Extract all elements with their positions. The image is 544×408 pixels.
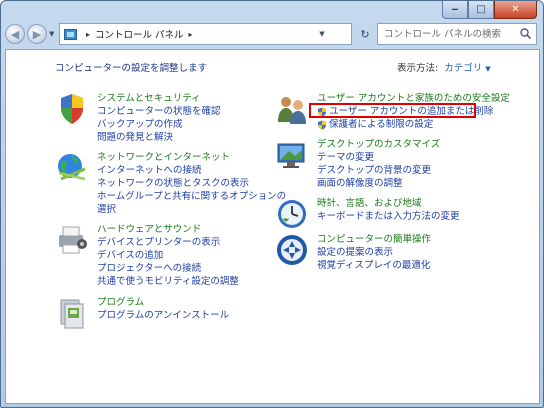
link-optimize-visual-display[interactable]: 視覚ディスプレイの最適化 xyxy=(317,259,431,272)
breadcrumb-chevron-icon[interactable]: ▸ xyxy=(86,30,90,39)
search-input[interactable] xyxy=(384,26,516,42)
control-panel-icon xyxy=(64,28,77,40)
link-adjust-screen-resolution[interactable]: 画面の解像度の調整 xyxy=(317,177,440,190)
link-parental-controls-label: 保護者による制限の設定 xyxy=(329,119,434,130)
link-change-theme[interactable]: テーマの変更 xyxy=(317,151,440,164)
main-content: コンピューターの設定を調整します 表示方法: カテゴリ ▼ システムとセキュリティ … xyxy=(5,49,540,404)
minimize-button[interactable]: ‒ xyxy=(442,1,468,19)
forward-button[interactable]: ▶ xyxy=(27,24,47,44)
hardware-sound-icon xyxy=(59,226,87,254)
link-change-keyboard-input[interactable]: キーボードまたは入力方法の変更 xyxy=(317,210,460,223)
appearance-icon xyxy=(277,143,305,168)
user-accounts-icon xyxy=(278,97,306,124)
category-title-programs[interactable]: プログラム xyxy=(97,296,229,309)
back-button[interactable]: ◀ xyxy=(5,24,25,44)
link-find-fix-problems[interactable]: 問題の発見と解決 xyxy=(97,131,221,144)
forward-arrow-icon: ▶ xyxy=(32,27,42,41)
programs-icon xyxy=(60,299,84,329)
address-dropdown-icon[interactable]: ▼ xyxy=(315,24,329,44)
category-title-clock-language-region[interactable]: 時計、言語、および地域 xyxy=(317,197,460,210)
back-arrow-icon: ◀ xyxy=(10,27,20,41)
category-title-hardware-sound[interactable]: ハードウェアとサウンド xyxy=(97,223,239,236)
link-homegroup-sharing-options[interactable]: ホームグループと共有に関するオプションの xyxy=(97,190,286,203)
chevron-down-icon[interactable]: ▼ xyxy=(485,65,490,73)
highlight-box xyxy=(309,103,476,118)
close-button[interactable]: ✕ xyxy=(494,1,537,19)
uac-shield-icon xyxy=(318,120,326,130)
link-connect-projector[interactable]: プロジェクターへの接続 xyxy=(97,262,239,275)
view-by-control: 表示方法: カテゴリ ▼ xyxy=(397,60,491,74)
link-connect-internet[interactable]: インターネットへの接続 xyxy=(97,164,286,177)
control-panel-window: ‒ □ ✕ ◀ ▶ ▼ ▸ コントロール パネル ▸ ▼ ↻ コンピューターの設… xyxy=(0,0,544,408)
link-homegroup-sharing-options-cont[interactable]: 選択 xyxy=(97,203,286,216)
link-mobility-settings[interactable]: 共通で使うモビリティ設定の調整 xyxy=(97,275,239,288)
category-title-network-internet[interactable]: ネットワークとインターネット xyxy=(97,151,286,164)
navigation-bar: ◀ ▶ ▼ ▸ コントロール パネル ▸ ▼ ↻ xyxy=(5,23,539,45)
view-by-label: 表示方法: xyxy=(397,63,439,74)
recent-pages-dropdown[interactable]: ▼ xyxy=(49,30,54,38)
category-title-appearance[interactable]: デスクトップのカスタマイズ xyxy=(317,138,440,151)
link-change-desktop-background[interactable]: デスクトップの背景の変更 xyxy=(317,164,440,177)
system-security-icon xyxy=(61,94,83,124)
search-box[interactable] xyxy=(377,23,537,45)
refresh-button[interactable]: ↻ xyxy=(355,23,375,45)
link-view-network-status[interactable]: ネットワークの状態とタスクの表示 xyxy=(97,177,286,190)
category-title-system-security[interactable]: システムとセキュリティ xyxy=(97,92,221,105)
link-view-devices-printers[interactable]: デバイスとプリンターの表示 xyxy=(97,236,239,249)
breadcrumb-control-panel[interactable]: コントロール パネル xyxy=(95,27,184,41)
link-check-computer-status[interactable]: コンピューターの状態を確認 xyxy=(97,105,221,118)
clock-region-icon xyxy=(278,200,306,228)
link-add-device[interactable]: デバイスの追加 xyxy=(97,249,239,262)
category-title-ease-of-access[interactable]: コンピューターの簡単操作 xyxy=(317,233,431,246)
page-title: コンピューターの設定を調整します xyxy=(55,63,208,74)
breadcrumb-chevron-icon[interactable]: ▸ xyxy=(189,30,193,39)
network-internet-icon xyxy=(58,154,86,181)
link-create-backup[interactable]: バックアップの作成 xyxy=(97,118,221,131)
link-parental-controls[interactable]: 保護者による制限の設定 xyxy=(317,118,510,131)
ease-of-access-icon xyxy=(277,235,307,265)
view-by-dropdown[interactable]: カテゴリ xyxy=(444,63,482,74)
link-suggested-settings[interactable]: 設定の提案の表示 xyxy=(317,246,431,259)
maximize-button[interactable]: □ xyxy=(468,1,494,19)
link-uninstall-program[interactable]: プログラムのアンインストール xyxy=(97,309,229,322)
window-controls: ‒ □ ✕ xyxy=(442,1,537,19)
search-icon[interactable] xyxy=(520,28,531,39)
refresh-icon: ↻ xyxy=(360,27,370,41)
address-bar[interactable]: ▸ コントロール パネル ▸ ▼ xyxy=(59,23,352,45)
